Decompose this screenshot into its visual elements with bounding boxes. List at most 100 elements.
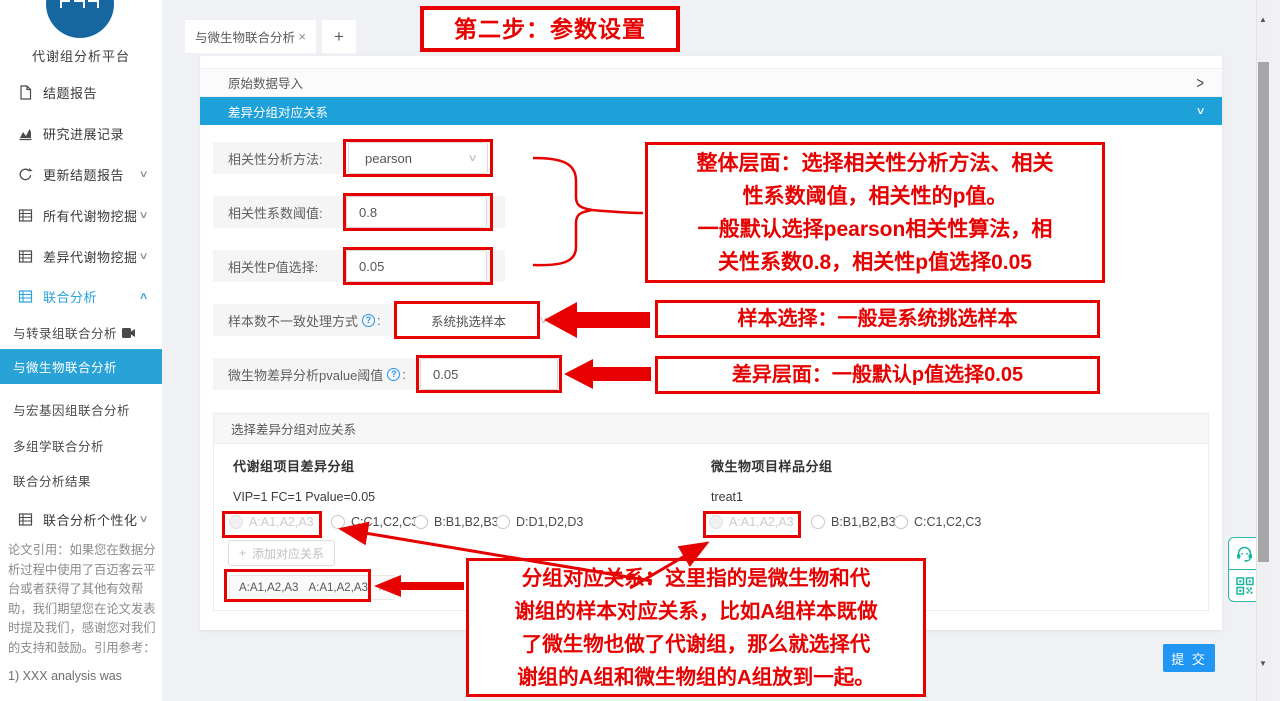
tab-close-icon[interactable]: × [298, 29, 306, 44]
sidebar-item-label: 研究进展记录 [43, 124, 124, 143]
group-mapping-header: 选择差异分组对应关系 [214, 414, 1208, 444]
tag-close-icon[interactable]: × [378, 581, 385, 595]
field-label-colon: : [402, 367, 406, 382]
platform-name: 代谢组分析平台 [0, 46, 162, 65]
annotation-step-title: 第二步：参数设置 [420, 6, 680, 52]
chart-icon [18, 126, 33, 141]
add-tab-button[interactable]: + [322, 20, 356, 53]
radio-icon [414, 515, 428, 529]
sidebar-item-report[interactable]: 结题报告 [0, 80, 162, 104]
qr-code-icon [1236, 577, 1254, 595]
sidebar-item-diff-metabolites[interactable]: 差异代谢物挖掘 ∨ [0, 244, 162, 268]
sidebar-subitem-label: 与宏基因组联合分析 [13, 400, 130, 419]
sidebar-item-progress[interactable]: 研究进展记录 [0, 121, 162, 145]
mapping-tag-microbiome: A:A1,A2,A3 [308, 582, 367, 594]
citation-reference: 1) XXX analysis was [8, 667, 158, 687]
radio-metabolome-group-b[interactable]: B:B1,B2,B3 [414, 513, 499, 531]
sidebar-subitem-multiomics[interactable]: 多组学联合分析 [13, 436, 104, 455]
radio-label: B:B1,B2,B3 [831, 515, 896, 529]
field-label-text: 样本数不一致处理方式 [228, 311, 358, 330]
panel-diff-group-relation[interactable]: 差异分组对应关系 ∨ [200, 97, 1222, 125]
radio-label: A:A1,A2,A3 [729, 515, 794, 529]
sidebar-item-label: 差异代谢物挖掘 [43, 247, 138, 266]
field-label: 样本数不一致处理方式 ? : [213, 311, 381, 330]
scrollbar-up-arrow[interactable]: ▲ [1256, 15, 1270, 24]
radio-microbiome-group-b[interactable]: B:B1,B2,B3 [811, 513, 896, 531]
table-icon [18, 249, 33, 264]
select-value: 系统挑选样本 [431, 311, 506, 330]
radio-microbiome-group-a[interactable]: A:A1,A2,A3 [709, 513, 794, 531]
metabolome-group-title: 代谢组项目差异分组 [233, 456, 355, 475]
sidebar-item-label: 所有代谢物挖掘 [43, 206, 138, 225]
sidebar-subitem-label: 多组学联合分析 [13, 436, 104, 455]
sidebar-item-personalization[interactable]: 联合分析个性化 ∨ [0, 507, 162, 531]
mapping-tag: A:A1,A2,A3 A:A1,A2,A3 × [229, 575, 395, 600]
sidebar-subitem-microbiome-active[interactable]: 与微生物联合分析 [0, 349, 162, 384]
video-badge-icon [122, 328, 135, 338]
chevron-down-icon: ∨ [138, 514, 148, 525]
submit-button[interactable]: 提 交 [1163, 644, 1215, 672]
tab-microbiome-joint-analysis[interactable]: 与微生物联合分析 × [185, 20, 316, 53]
radio-icon [894, 515, 908, 529]
radio-icon [229, 515, 243, 529]
radio-metabolome-group-c[interactable]: C:C1,C2,C3 [331, 513, 418, 531]
sidebar-subitem-transcriptome[interactable]: 与转录组联合分析 [13, 323, 135, 342]
sidebar-item-joint-analysis[interactable]: 联合分析 ∧ [0, 284, 162, 308]
radio-metabolome-group-d[interactable]: D:D1,D2,D3 [496, 513, 583, 531]
microbe-pvalue-input[interactable] [420, 358, 558, 390]
add-mapping-label: 添加对应关系 [252, 545, 324, 562]
citation-line: 的支持和鼓励。引用参考： [8, 639, 158, 659]
plus-icon: + [334, 27, 344, 47]
radio-icon [331, 515, 345, 529]
sample-mismatch-select[interactable]: 系统挑选样本 ∨ [397, 304, 558, 336]
sidebar-item-label: 联合分析个性化 [43, 510, 138, 529]
group-mapping-header-label: 选择差异分组对应关系 [231, 419, 356, 438]
annotation-line: 了微生物也做了代谢组，那么就选择代 [469, 628, 923, 661]
correlation-pvalue-input[interactable] [346, 250, 487, 282]
select-value: pearson [365, 151, 412, 166]
correlation-method-select[interactable]: pearson ∨ [348, 142, 488, 174]
chevron-right-icon: > [1196, 73, 1204, 93]
radio-icon [496, 515, 510, 529]
citation-line: 析过程中使用了百迈客云平 [8, 561, 158, 581]
scrollbar-thumb[interactable] [1258, 62, 1269, 562]
citation-line: 时提及我们，感谢您对我们 [8, 619, 158, 639]
sidebar-subitem-results[interactable]: 联合分析结果 [13, 471, 91, 490]
citation-line: 台或者获得了其他有效帮 [8, 580, 158, 600]
group-mapping-section: 选择差异分组对应关系 代谢组项目差异分组 微生物项目样品分组 VIP=1 FC=… [213, 413, 1209, 611]
radio-label: B:B1,B2,B3 [434, 515, 499, 529]
sidebar-item-all-metabolites[interactable]: 所有代谢物挖掘 ∨ [0, 203, 162, 227]
field-label: 相关性分析方法: [213, 149, 323, 168]
correlation-coefficient-input[interactable] [346, 196, 487, 228]
main-content-card: 原始数据导入 > 差异分组对应关系 ∨ 相关性分析方法: pearson ∨ 相… [200, 56, 1222, 630]
sidebar-subitem-label: 与微生物联合分析 [13, 357, 117, 376]
platform-logo [46, 0, 114, 38]
table-icon [18, 289, 33, 304]
add-mapping-button[interactable]: + 添加对应关系 [228, 540, 335, 566]
radio-icon [709, 515, 723, 529]
help-icon[interactable]: ? [387, 368, 400, 381]
panel-raw-data-import[interactable]: 原始数据导入 > [200, 68, 1222, 97]
refresh-icon [18, 167, 33, 182]
help-icon[interactable]: ? [362, 314, 375, 327]
scrollbar-down-arrow[interactable]: ▼ [1256, 659, 1270, 668]
radio-microbiome-group-c[interactable]: C:C1,C2,C3 [894, 513, 981, 531]
document-icon [18, 85, 33, 100]
sidebar-item-update-report[interactable]: 更新结题报告 ∨ [0, 162, 162, 186]
citation-line: 助，我们期望您在论文发表 [8, 600, 158, 620]
field-label: 相关性系数阈值: [213, 203, 323, 222]
radio-metabolome-group-a[interactable]: A:A1,A2,A3 [229, 513, 314, 531]
field-label-text: 微生物差异分析pvalue阈值 [228, 365, 383, 384]
mapping-tag-metabolome: A:A1,A2,A3 [239, 582, 298, 594]
panel-label: 差异分组对应关系 [228, 102, 328, 121]
annotation-line: 谢组的A组和微生物组的A组放到一起。 [469, 661, 923, 694]
sidebar-subitem-label: 联合分析结果 [13, 471, 91, 490]
citation-line: 论文引用：如果您在数据分 [8, 541, 158, 561]
sidebar-subitem-metagenome[interactable]: 与宏基因组联合分析 [13, 400, 130, 419]
chevron-down-icon: ∨ [538, 315, 548, 326]
plus-icon: + [239, 546, 246, 560]
field-label-colon: : [377, 313, 381, 328]
headset-icon [1235, 544, 1254, 563]
logo-mark-icon [59, 0, 101, 9]
chevron-down-icon: ∨ [1195, 106, 1205, 117]
